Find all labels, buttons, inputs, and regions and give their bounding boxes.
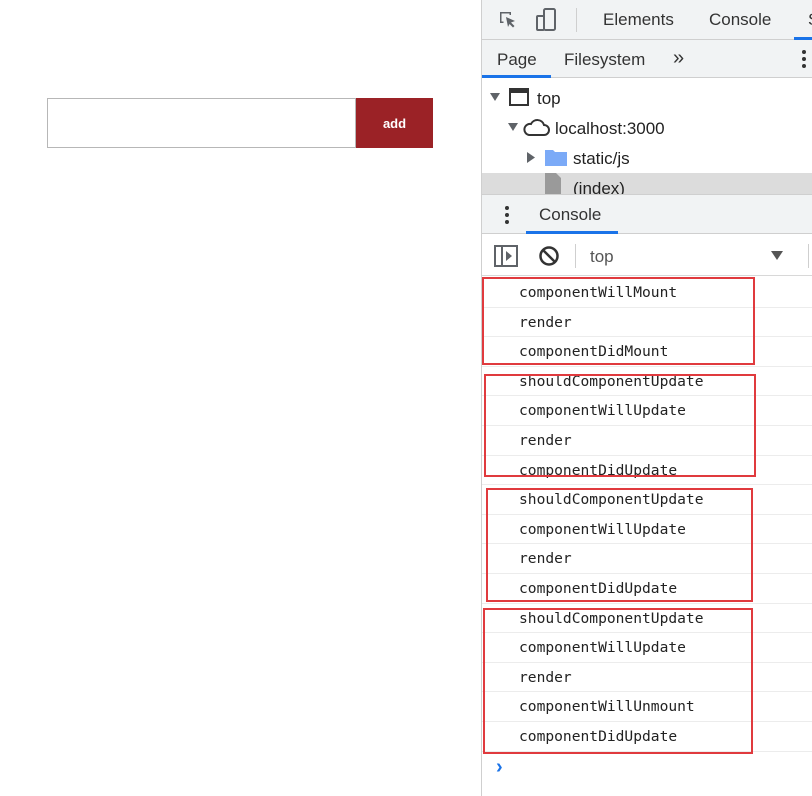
frame-icon xyxy=(509,88,529,106)
toolbar-separator xyxy=(575,244,576,268)
expand-arrow-icon[interactable] xyxy=(490,93,500,101)
todo-input[interactable] xyxy=(47,98,356,148)
drawer-tab-indicator xyxy=(526,231,618,234)
add-button[interactable]: add xyxy=(356,98,433,148)
tree-item-origin[interactable]: localhost:3000 xyxy=(482,113,812,143)
highlight-box-update-1 xyxy=(484,374,756,477)
highlight-box-update-2 xyxy=(486,488,753,602)
highlight-box-update-3 xyxy=(483,608,753,754)
sidebar-toggle-icon[interactable] xyxy=(494,245,518,267)
toolbar-separator xyxy=(808,244,809,268)
tree-label-folder: static/js xyxy=(573,149,630,168)
drawer-toolbar: Console xyxy=(482,194,812,234)
tab-filesystem[interactable]: Filesystem xyxy=(564,50,645,70)
devtools-main-toolbar: Elements Console S xyxy=(482,0,812,40)
more-options-icon[interactable] xyxy=(800,49,808,69)
tree-label-origin: localhost:3000 xyxy=(555,119,665,138)
tree-item-file[interactable]: (index) xyxy=(482,173,812,194)
tree-item-top[interactable]: top xyxy=(482,83,812,113)
tree-label-top: top xyxy=(537,89,561,108)
devtools-panel: Elements Console S Page Filesystem » top… xyxy=(481,0,812,796)
tab-console[interactable]: Console xyxy=(709,10,771,30)
folder-icon xyxy=(545,150,567,166)
sources-tree: top localhost:3000 static/js (index) xyxy=(482,78,812,194)
file-icon xyxy=(545,173,561,194)
tree-item-folder[interactable]: static/js xyxy=(482,143,812,173)
clear-console-icon[interactable] xyxy=(538,245,560,267)
tree-label-file: (index) xyxy=(573,179,625,194)
expand-arrow-icon[interactable] xyxy=(508,123,518,131)
toolbar-separator xyxy=(576,8,577,32)
console-toolbar: top xyxy=(482,236,812,276)
more-tabs-icon[interactable]: » xyxy=(673,47,684,70)
tab-elements[interactable]: Elements xyxy=(603,10,674,30)
chevron-down-icon xyxy=(771,251,783,260)
drawer-menu-icon[interactable] xyxy=(504,205,510,225)
tab-sources[interactable]: S xyxy=(808,10,812,30)
cloud-icon xyxy=(523,119,550,136)
tab-page[interactable]: Page xyxy=(497,50,537,70)
context-select[interactable]: top xyxy=(584,236,792,276)
navigator-tabs: Page Filesystem » xyxy=(482,40,812,78)
device-toolbar-icon[interactable] xyxy=(534,7,558,33)
context-select-value: top xyxy=(590,247,614,266)
highlight-box-mount xyxy=(482,277,755,365)
collapse-arrow-icon[interactable] xyxy=(527,152,535,163)
console-prompt-icon[interactable]: › xyxy=(496,756,503,779)
inspect-element-icon[interactable] xyxy=(496,8,520,32)
drawer-tab-console[interactable]: Console xyxy=(539,205,601,225)
